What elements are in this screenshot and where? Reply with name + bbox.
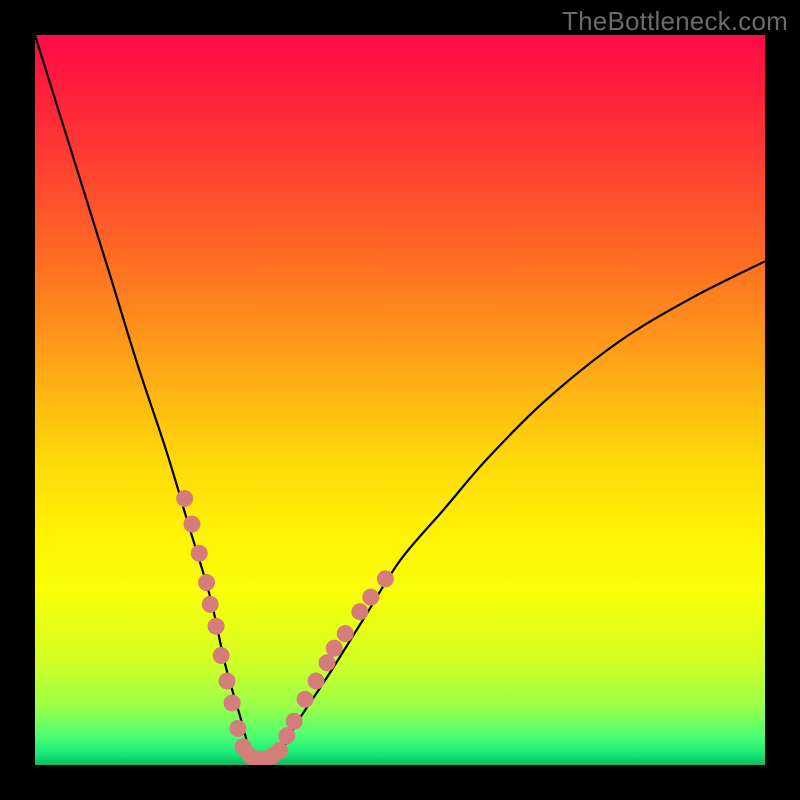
data-point <box>183 516 200 533</box>
plot-area <box>35 35 765 765</box>
data-point <box>271 742 288 759</box>
data-points-group <box>176 490 394 765</box>
data-point <box>191 545 208 562</box>
data-point <box>377 570 394 587</box>
data-point <box>202 596 219 613</box>
data-point <box>229 720 246 737</box>
data-point <box>319 654 336 671</box>
chart-container: TheBottleneck.com <box>0 0 800 800</box>
data-point <box>213 647 230 664</box>
data-point <box>278 727 295 744</box>
watermark: TheBottleneck.com <box>562 6 788 37</box>
data-point <box>297 691 314 708</box>
data-point <box>198 574 215 591</box>
data-point <box>218 673 235 690</box>
data-point <box>326 640 343 657</box>
chart-svg <box>35 35 765 765</box>
data-point <box>351 603 368 620</box>
data-point <box>224 694 241 711</box>
data-point <box>208 618 225 635</box>
bottleneck-curve <box>35 35 765 763</box>
data-point <box>286 713 303 730</box>
data-point <box>308 673 325 690</box>
data-point <box>337 625 354 642</box>
data-point <box>362 589 379 606</box>
data-point <box>176 490 193 507</box>
